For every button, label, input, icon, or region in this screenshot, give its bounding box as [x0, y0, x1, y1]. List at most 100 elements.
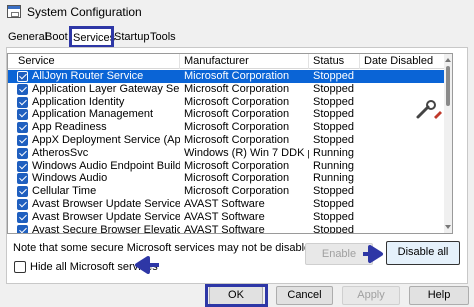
arrow-left-icon	[135, 256, 159, 274]
service-date-disabled	[364, 134, 444, 147]
service-manufacturer: Microsoft Corporation	[184, 95, 290, 108]
tab-tools[interactable]: Tools	[148, 30, 178, 47]
service-row[interactable]: AtherosSvc Windows (R) Win 7 DDK pr... Run…	[8, 147, 444, 160]
service-status: Stopped	[313, 108, 354, 121]
service-checkbox[interactable]	[17, 147, 28, 159]
service-name: Application Management	[32, 108, 154, 121]
service-name: AppX Deployment Service (AppXS...	[32, 134, 180, 146]
service-manufacturer: Microsoft Corporation	[184, 82, 290, 95]
column-header-service[interactable]: Service	[8, 54, 180, 69]
service-checkbox[interactable]	[17, 224, 28, 233]
service-date-disabled	[364, 147, 444, 160]
service-row[interactable]: Application Layer Gateway Service Microso…	[8, 83, 444, 96]
service-name: Windows Audio Endpoint Builder	[32, 159, 180, 172]
service-row[interactable]: AllJoyn Router Service Microsoft Corporat…	[8, 70, 444, 83]
services-list[interactable]: Service Manufacturer Status Date Disable…	[7, 53, 453, 234]
service-row[interactable]: Application Management Microsoft Corporat…	[8, 108, 444, 121]
service-checkbox[interactable]	[17, 109, 28, 121]
scroll-up-icon[interactable]	[445, 58, 451, 62]
service-date-disabled	[364, 211, 444, 224]
service-date-disabled	[364, 70, 444, 83]
arrow-right-icon	[363, 245, 383, 263]
service-name: App Readiness	[32, 121, 107, 134]
service-checkbox[interactable]	[17, 83, 28, 95]
service-row[interactable]: Avast Secure Browser Elevation S... AVAST…	[8, 223, 444, 234]
service-manufacturer: Microsoft Corporation	[184, 172, 290, 185]
tab-boot[interactable]: Boot	[43, 30, 70, 47]
service-row[interactable]: AppX Deployment Service (AppXS... Microso…	[8, 134, 444, 147]
service-date-disabled	[364, 121, 444, 134]
service-checkbox[interactable]	[17, 96, 28, 108]
service-name: AtherosSvc	[32, 146, 89, 159]
service-row[interactable]: Cellular Time Microsoft Corporation Stoppe…	[8, 185, 444, 198]
service-manufacturer: Windows (R) Win 7 DDK pr...	[184, 146, 309, 159]
service-manufacturer: Microsoft Corporation	[184, 159, 290, 172]
service-checkbox[interactable]	[17, 199, 28, 210]
service-name: AllJoyn Router Service	[32, 70, 144, 82]
service-manufacturer: AVAST Software	[184, 210, 265, 223]
service-name: Cellular Time	[32, 185, 97, 198]
service-name: Application Identity	[32, 95, 125, 108]
service-status: Stopped	[313, 134, 354, 146]
title-bar: System Configuration	[0, 0, 474, 24]
service-date-disabled	[364, 160, 444, 173]
cancel-button[interactable]: Cancel	[276, 286, 333, 305]
tab-startup[interactable]: Startup	[112, 30, 151, 47]
service-row[interactable]: Avast Browser Update Service (a... AVAST …	[8, 198, 444, 211]
service-status: Stopped	[313, 95, 354, 108]
service-manufacturer: Microsoft Corporation	[184, 185, 290, 198]
service-row[interactable]: Avast Browser Update Service (a... AVAST …	[8, 211, 444, 224]
service-date-disabled	[364, 172, 444, 185]
service-name: Application Layer Gateway Service	[32, 82, 180, 95]
service-status: Stopped	[313, 223, 354, 234]
scroll-down-icon[interactable]	[445, 225, 451, 229]
service-name: Windows Audio	[32, 172, 108, 185]
service-status: Stopped	[313, 210, 354, 223]
note-text: Note that some secure Microsoft services…	[13, 242, 320, 254]
service-row[interactable]: Windows Audio Endpoint Builder Microsoft …	[8, 160, 444, 173]
tab-strip: General Boot Services Startup Tools	[0, 27, 474, 48]
service-status: Stopped	[313, 121, 354, 134]
service-status: Stopped	[313, 82, 354, 95]
service-status: Stopped	[313, 185, 354, 198]
list-header: Service Manufacturer Status Date Disable…	[8, 54, 444, 69]
service-row[interactable]: Windows Audio Microsoft Corporation Runnin…	[8, 172, 444, 185]
wrench-watermark-icon	[416, 100, 442, 119]
ok-button[interactable]: OK	[209, 286, 263, 305]
service-checkbox[interactable]	[17, 122, 28, 134]
service-checkbox[interactable]	[17, 186, 28, 198]
service-name: Avast Browser Update Service (a...	[32, 210, 180, 223]
service-status: Stopped	[313, 70, 354, 82]
help-button[interactable]: Help	[409, 286, 469, 305]
column-header-date-disabled[interactable]: Date Disabled	[360, 54, 444, 69]
service-name: Avast Browser Update Service (a...	[32, 198, 180, 210]
service-checkbox[interactable]	[17, 135, 28, 146]
hide-microsoft-services-checkbox-box[interactable]	[14, 261, 26, 273]
service-checkbox[interactable]	[17, 160, 28, 172]
service-manufacturer: Microsoft Corporation	[184, 121, 290, 134]
column-header-status[interactable]: Status	[309, 54, 360, 69]
vertical-scrollbar[interactable]	[444, 54, 452, 233]
service-checkbox[interactable]	[17, 173, 28, 185]
service-manufacturer: AVAST Software	[184, 198, 265, 210]
service-date-disabled	[364, 224, 444, 233]
disable-all-button[interactable]: Disable all	[386, 241, 460, 265]
scroll-thumb[interactable]	[446, 66, 450, 106]
column-header-manufacturer[interactable]: Manufacturer	[180, 54, 309, 69]
service-status: Stopped	[313, 198, 354, 210]
system-configuration-icon	[7, 5, 21, 18]
service-manufacturer: AVAST Software	[184, 223, 265, 234]
service-date-disabled	[364, 83, 444, 96]
service-date-disabled	[364, 185, 444, 198]
tab-services[interactable]: Services	[70, 27, 115, 48]
service-checkbox[interactable]	[17, 211, 28, 223]
service-status: Running	[313, 172, 354, 185]
service-manufacturer: Microsoft Corporation	[184, 108, 290, 121]
service-name: Avast Secure Browser Elevation S...	[32, 223, 180, 234]
service-row[interactable]: Application Identity Microsoft Corporatio…	[8, 96, 444, 109]
service-status: Running	[313, 159, 354, 172]
service-checkbox[interactable]	[17, 71, 28, 82]
service-row[interactable]: App Readiness Microsoft Corporation Stoppe…	[8, 121, 444, 134]
window-title: System Configuration	[27, 5, 142, 19]
apply-button[interactable]: Apply	[342, 286, 400, 305]
